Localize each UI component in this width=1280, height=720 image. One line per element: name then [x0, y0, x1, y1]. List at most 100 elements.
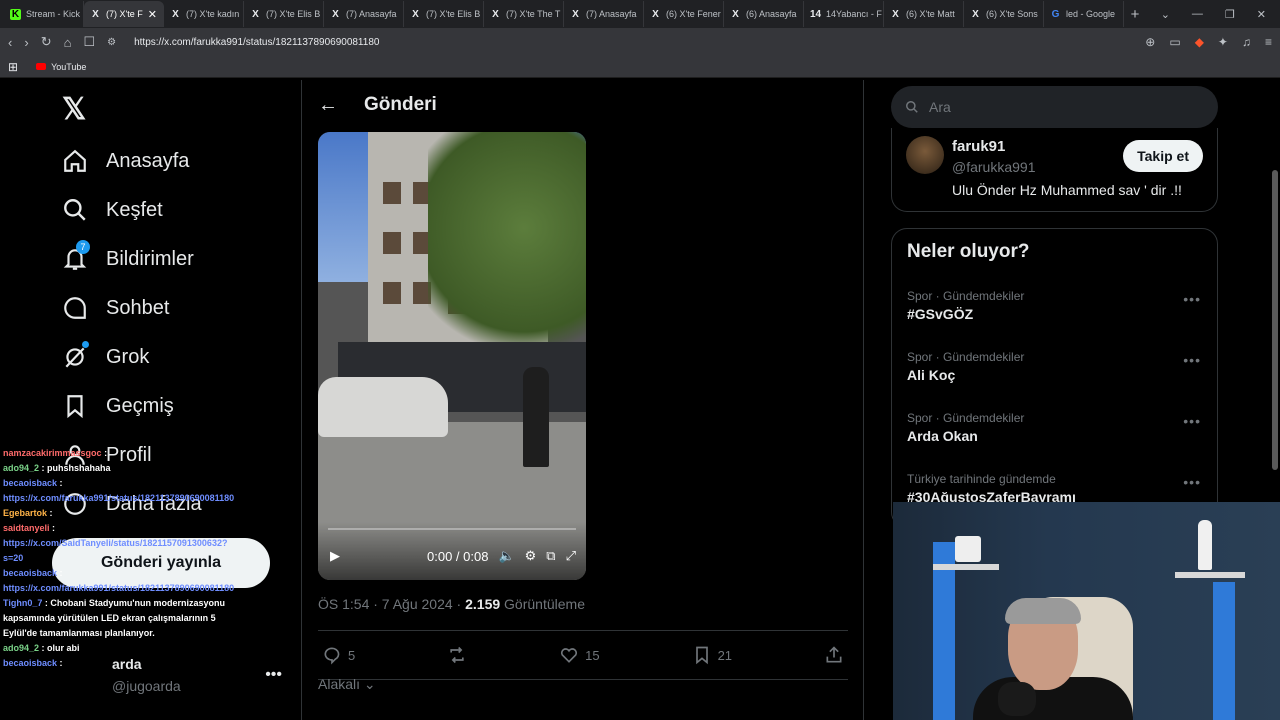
heart-icon	[561, 648, 578, 663]
video-window	[383, 232, 401, 254]
tab-search-icon[interactable]: ⌄	[1161, 8, 1170, 21]
browser-tab[interactable]: K Stream - Kick	[4, 1, 84, 27]
browser-tab[interactable]: X (7) Anasayfa	[564, 1, 644, 27]
menu-icon[interactable]: ≡	[1265, 35, 1272, 49]
browser-tab[interactable]: X (6) X'te Fener	[644, 1, 724, 27]
nav-home[interactable]: Anasayfa	[62, 148, 189, 174]
bookmark-icon	[695, 646, 708, 665]
browser-tab[interactable]: X (6) X'te Sons	[964, 1, 1044, 27]
cast-icon[interactable]: ▭	[1169, 35, 1180, 49]
search-box[interactable]: Ara	[891, 86, 1218, 128]
browser-tab[interactable]: X (7) Anasayfa	[324, 1, 404, 27]
trend-item[interactable]: Spor · Gündemdekiler Ali Koç •••	[907, 350, 1207, 383]
nav-history[interactable]: Geçmiş	[62, 393, 174, 419]
share-button[interactable]	[824, 645, 844, 665]
chat-username[interactable]: becaoisback	[3, 568, 57, 578]
bookmark-youtube[interactable]: YouTube	[36, 62, 86, 72]
chat-username[interactable]: ado94_2	[3, 463, 39, 473]
browser-tab[interactable]: X (7) X'te Elis B	[244, 1, 324, 27]
reply-sort-dropdown[interactable]: Alakalı ⌄	[318, 676, 376, 693]
minimize-icon[interactable]: —	[1192, 8, 1203, 20]
like-button[interactable]: 15	[559, 645, 600, 665]
chat-username[interactable]: becaoisback	[3, 658, 57, 668]
chat-username[interactable]: becaoisback	[3, 478, 57, 488]
nav-chat[interactable]: Sohbet	[62, 295, 169, 321]
maximize-icon[interactable]: ❐	[1225, 8, 1235, 21]
browser-tab-label: led - Google	[1066, 9, 1116, 19]
chat-separator: :	[101, 448, 108, 458]
account-more-icon[interactable]: •••	[265, 666, 282, 684]
chat-link[interactable]: https://x.com/farukka991/status/18211378…	[3, 583, 234, 593]
browser-tab[interactable]: X (6) Anasayfa	[724, 1, 804, 27]
fullscreen-icon[interactable]: ⤢	[566, 548, 576, 564]
chat-username[interactable]: Egebartok	[3, 508, 47, 518]
back-arrow-icon[interactable]: ←	[318, 94, 338, 117]
new-tab-button[interactable]: +	[1124, 6, 1146, 23]
close-tab-icon[interactable]: ✕	[148, 8, 157, 21]
trend-category: Spor · Gündemdekiler	[907, 411, 1025, 425]
chat-username[interactable]: saidtanyeli	[3, 523, 50, 533]
chat-message: ado94_2 : olur abi	[3, 641, 235, 656]
media-icon[interactable]: ♫	[1242, 35, 1251, 49]
browser-tab[interactable]: X (7) X'te F ✕	[84, 1, 164, 27]
avatar[interactable]	[906, 136, 944, 174]
trend-more-icon[interactable]: •••	[1183, 352, 1201, 368]
close-window-icon[interactable]: ✕	[1257, 8, 1266, 21]
browser-tab[interactable]: Gled - Google	[1044, 1, 1124, 27]
chat-username[interactable]: namzacakirimmassgoc	[3, 448, 102, 458]
forward-icon[interactable]: ›	[24, 35, 28, 50]
chat-username[interactable]: Tighn0_7	[3, 598, 42, 608]
browser-tab[interactable]: X (7) X'te Elis B	[404, 1, 484, 27]
browser-tab[interactable]: X (6) X'te Matt	[884, 1, 964, 27]
zoom-icon[interactable]: ⊕	[1145, 35, 1155, 49]
trend-item[interactable]: Spor · Gündemdekiler #GSvGÖZ •••	[907, 289, 1207, 322]
pip-icon[interactable]: ⧉	[546, 548, 555, 564]
bookmark-button[interactable]: 21	[692, 645, 732, 665]
address-bar[interactable]: https://x.com/farukka991/status/18211378…	[134, 37, 379, 48]
apps-grid-icon[interactable]: ⊞	[8, 60, 18, 74]
nav-explore[interactable]: Keşfet	[62, 197, 163, 223]
settings-icon[interactable]: ⚙	[525, 548, 537, 564]
video-car	[318, 377, 448, 437]
extensions-icon[interactable]: ✦	[1218, 35, 1228, 49]
x-icon: X	[572, 8, 579, 20]
post-timestamp[interactable]: ÖS 1:54 · 7 Ağu 2024 ·	[318, 596, 465, 612]
browser-tab[interactable]: 14 14Yabancı - F	[804, 1, 884, 27]
chat-username[interactable]: ado94_2	[3, 643, 39, 653]
video-control-row: ▶ 0:00 / 0:08 🔈 ⚙ ⧉ ⤢	[330, 548, 576, 564]
nav-grok[interactable]: Grok	[62, 341, 149, 370]
chat-link[interactable]: https://x.com/farukka991/status/18211378…	[3, 493, 234, 503]
back-icon[interactable]: ‹	[8, 35, 12, 50]
trend-item[interactable]: Türkiye tarihinde gündemde #30AğustosZaf…	[907, 472, 1207, 505]
page-scrollbar[interactable]	[1272, 170, 1278, 470]
browser-tab[interactable]: X (7) X'te The T	[484, 1, 564, 27]
trend-more-icon[interactable]: •••	[1183, 474, 1201, 490]
video-tree	[428, 132, 586, 372]
chat-message: Tighn0_7 : Chobani Stadyumu'nun moderniz…	[3, 596, 235, 641]
video-progress-bar[interactable]	[328, 528, 576, 530]
reply-button[interactable]: 5	[322, 645, 355, 665]
volume-icon[interactable]: 🔈	[498, 548, 514, 564]
reply-count: 5	[348, 647, 356, 663]
bookmark-icon[interactable]: ☐	[83, 34, 95, 50]
trend-more-icon[interactable]: •••	[1183, 413, 1201, 429]
trend-item[interactable]: Spor · Gündemdekiler Arda Okan •••	[907, 411, 1207, 444]
x-logo-icon[interactable]: 𝕏	[62, 92, 86, 127]
author-name[interactable]: faruk91	[952, 138, 1005, 155]
nav-notifications[interactable]: 7 Bildirimler	[62, 240, 194, 272]
brave-shield-icon[interactable]: ◆	[1195, 35, 1204, 49]
follow-button[interactable]: Takip et	[1123, 140, 1203, 172]
site-settings-icon[interactable]: ⚙	[107, 37, 116, 48]
video-player[interactable]: ▶ 0:00 / 0:08 🔈 ⚙ ⧉ ⤢	[318, 132, 586, 580]
chat-link[interactable]: https://x.com/SaidTanyeli/status/1821157…	[3, 538, 227, 563]
cam-frame	[955, 536, 981, 562]
reload-icon[interactable]: ↻	[41, 34, 52, 50]
browser-tab[interactable]: X (7) X'te kadın	[164, 1, 244, 27]
author-handle[interactable]: @farukka991	[952, 159, 1035, 175]
author-bio: Ulu Önder Hz Muhammed sav ' dir .!!	[952, 182, 1182, 198]
home-icon[interactable]: ⌂	[64, 35, 72, 50]
repost-icon	[450, 646, 464, 664]
repost-button[interactable]	[447, 645, 467, 665]
trend-more-icon[interactable]: •••	[1183, 291, 1201, 307]
play-icon[interactable]: ▶	[330, 548, 340, 564]
